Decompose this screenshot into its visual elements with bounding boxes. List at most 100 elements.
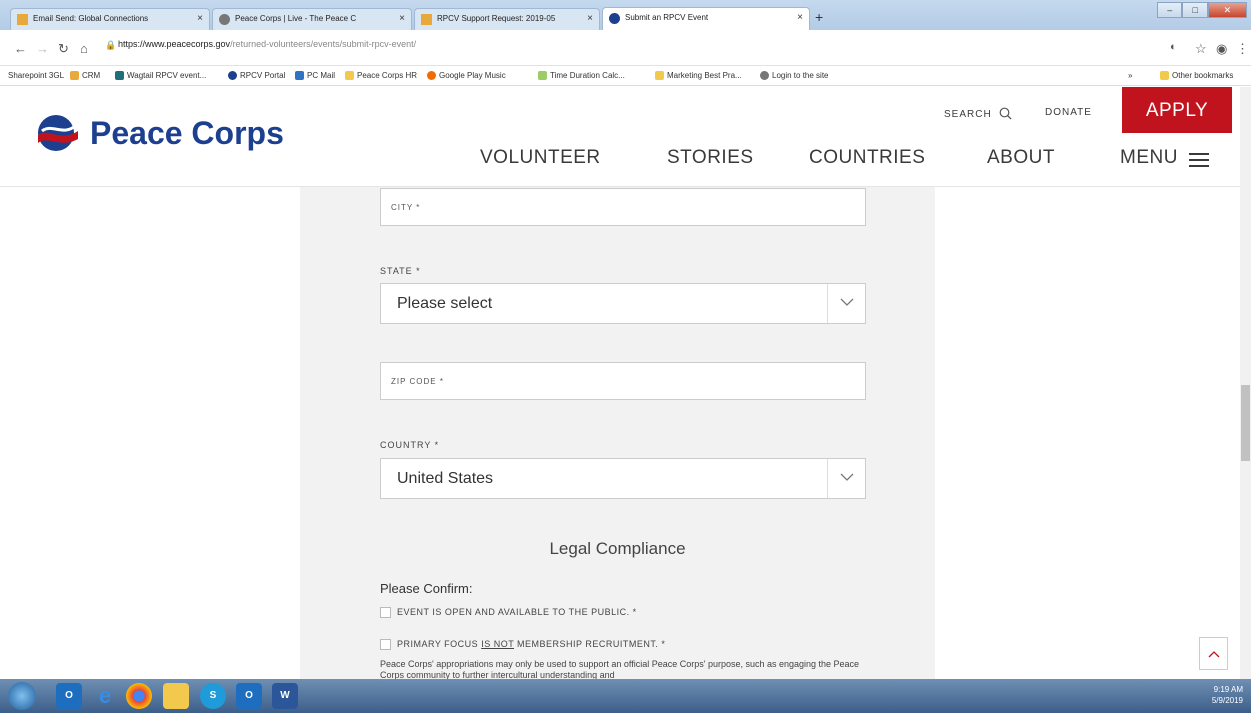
- system-tray[interactable]: 9:19 AM 5/9/2019: [1212, 684, 1243, 706]
- tab-title: Peace Corps | Live - The Peace C: [235, 14, 357, 23]
- lock-icon: 🔒: [105, 40, 117, 50]
- search-label: SEARCH: [944, 109, 992, 120]
- recruitment-checkbox-row[interactable]: PRIMARY FOCUS IS NOT MEMBERSHIP RECRUITM…: [380, 639, 665, 651]
- word-icon[interactable]: W: [272, 683, 298, 709]
- tab-peace-corps-live[interactable]: Peace Corps | Live - The Peace C ×: [212, 8, 412, 30]
- bookmark-item[interactable]: Login to the site: [760, 71, 829, 81]
- chrome-icon[interactable]: [126, 683, 152, 709]
- folder-icon: [1160, 71, 1169, 81]
- chevron-up-icon: [1208, 651, 1219, 658]
- bookmark-item[interactable]: Sharepoint 3GL: [8, 71, 64, 80]
- nav-countries[interactable]: COUNTRIES: [809, 147, 925, 169]
- site-header: Peace Corps SEARCH DONATE APPLY VOLUNTEE…: [0, 87, 1240, 187]
- ms-grid-icon: [421, 14, 432, 25]
- peace-corps-logo-icon: [609, 13, 620, 24]
- recruitment-label-pre: PRIMARY FOCUS: [397, 639, 482, 649]
- windows-start-icon[interactable]: [8, 682, 36, 710]
- tab-submit-rpcv-event[interactable]: Submit an RPCV Event ×: [602, 7, 810, 30]
- dove-flag-logo-icon: [38, 115, 78, 151]
- close-icon[interactable]: ×: [399, 13, 405, 24]
- minimize-button[interactable]: –: [1157, 2, 1183, 18]
- tab-rpcv-support[interactable]: RPCV Support Request: 2019-05 ×: [414, 8, 600, 30]
- bookmark-item[interactable]: Google Play Music: [427, 71, 506, 81]
- home-icon[interactable]: ⌂: [80, 41, 88, 56]
- donate-link[interactable]: DONATE: [1045, 107, 1092, 118]
- clock-date: 5/9/2019: [1211, 696, 1243, 705]
- back-icon[interactable]: ←: [14, 41, 27, 56]
- tab-title: Email Send: Global Connections: [33, 14, 149, 23]
- bookmark-label: Marketing Best Pra...: [667, 71, 742, 80]
- globe-icon: [760, 71, 769, 81]
- address-bar[interactable]: https://www.peacecorps.gov/returned-volu…: [118, 39, 416, 49]
- bookmark-item[interactable]: Wagtail RPCV event...: [115, 71, 206, 81]
- bookmark-label: CRM: [82, 71, 101, 80]
- google-play-music-icon: [427, 71, 436, 81]
- chevron-down-icon[interactable]: [827, 459, 865, 498]
- bookmarks-overflow-button[interactable]: »: [1128, 71, 1132, 80]
- zip-code-field[interactable]: ZIP CODE *: [380, 362, 866, 400]
- country-selected-value: United States: [397, 470, 494, 487]
- bookmark-item[interactable]: Marketing Best Pra...: [655, 71, 742, 81]
- bookmark-label: PC Mail: [307, 71, 336, 80]
- peace-corps-logo[interactable]: Peace Corps: [34, 111, 294, 155]
- chevron-down-icon[interactable]: [827, 284, 865, 323]
- kebab-menu-icon[interactable]: ⋮: [1236, 41, 1249, 57]
- internet-explorer-icon[interactable]: e: [92, 683, 118, 709]
- bookmark-label: Peace Corps HR: [357, 71, 418, 80]
- bookmark-item[interactable]: Time Duration Calc...: [538, 71, 625, 81]
- country-select[interactable]: United States: [380, 458, 866, 499]
- globe-icon: [219, 14, 230, 25]
- file-explorer-icon[interactable]: [163, 683, 189, 709]
- tab-email-send[interactable]: Email Send: Global Connections ×: [10, 8, 210, 30]
- public-event-checkbox[interactable]: [380, 607, 391, 619]
- bookmarks-bar: Sharepoint 3GL CRM Wagtail RPCV event...…: [0, 66, 1251, 86]
- bookmark-item[interactable]: PC Mail: [295, 71, 336, 81]
- browser-toolbar: ← → ↻ ⌂ 🔒 https://www.peacecorps.gov/ret…: [0, 30, 1251, 66]
- bookmark-item[interactable]: Peace Corps HR: [345, 71, 418, 81]
- state-label: STATE *: [380, 266, 421, 276]
- bookmark-label: Login to the site: [772, 71, 829, 80]
- bookmark-star-icon[interactable]: ☆: [1195, 41, 1207, 57]
- forward-icon[interactable]: →: [36, 41, 49, 56]
- other-bookmarks[interactable]: Other bookmarks: [1160, 71, 1234, 81]
- outlook-icon[interactable]: O: [236, 683, 262, 709]
- bookmark-item[interactable]: RPCV Portal: [228, 71, 286, 81]
- close-icon[interactable]: ×: [797, 12, 803, 23]
- extension-icon[interactable]: ◐: [1170, 41, 1177, 53]
- new-tab-button[interactable]: +: [815, 9, 823, 25]
- outlook-icon: [295, 71, 304, 81]
- browser-tab-strip: Email Send: Global Connections × Peace C…: [0, 0, 1251, 30]
- bookmark-label: RPCV Portal: [240, 71, 286, 80]
- page-scrollbar[interactable]: [1240, 87, 1251, 679]
- ms-grid-icon: [70, 71, 79, 81]
- nav-volunteer[interactable]: VOLUNTEER: [480, 147, 601, 169]
- bookmark-item[interactable]: CRM: [70, 71, 101, 81]
- window-controls: – □ ✕: [1157, 2, 1247, 20]
- skype-icon[interactable]: S: [200, 683, 226, 709]
- back-to-top-button[interactable]: [1199, 637, 1228, 670]
- folder-icon: [655, 71, 664, 81]
- close-window-button[interactable]: ✕: [1207, 2, 1247, 18]
- apply-button[interactable]: APPLY: [1122, 87, 1232, 133]
- public-event-checkbox-row[interactable]: EVENT IS OPEN AND AVAILABLE TO THE PUBLI…: [380, 607, 637, 619]
- nav-stories[interactable]: STORIES: [667, 147, 754, 169]
- city-field[interactable]: CITY *: [380, 188, 866, 226]
- state-select[interactable]: Please select: [380, 283, 866, 324]
- brand-name: Peace Corps: [90, 115, 284, 151]
- profile-icon[interactable]: ◉: [1216, 41, 1227, 57]
- outlook-icon[interactable]: O: [56, 683, 82, 709]
- reload-icon[interactable]: ↻: [58, 41, 69, 57]
- menu-button[interactable]: MENU: [1120, 147, 1178, 169]
- maximize-button[interactable]: □: [1182, 2, 1208, 18]
- search-link[interactable]: SEARCH: [944, 107, 1012, 120]
- close-icon[interactable]: ×: [197, 13, 203, 24]
- nav-about[interactable]: ABOUT: [987, 147, 1055, 169]
- close-icon[interactable]: ×: [587, 13, 593, 24]
- clock-time: 9:19 AM: [1213, 685, 1243, 694]
- scrollbar-thumb[interactable]: [1241, 385, 1250, 461]
- bookmark-label: Other bookmarks: [1172, 71, 1234, 80]
- recruitment-checkbox[interactable]: [380, 639, 391, 651]
- wagtail-icon: [115, 71, 124, 81]
- hamburger-icon[interactable]: [1189, 153, 1209, 171]
- peace-corps-logo-icon: [228, 71, 237, 81]
